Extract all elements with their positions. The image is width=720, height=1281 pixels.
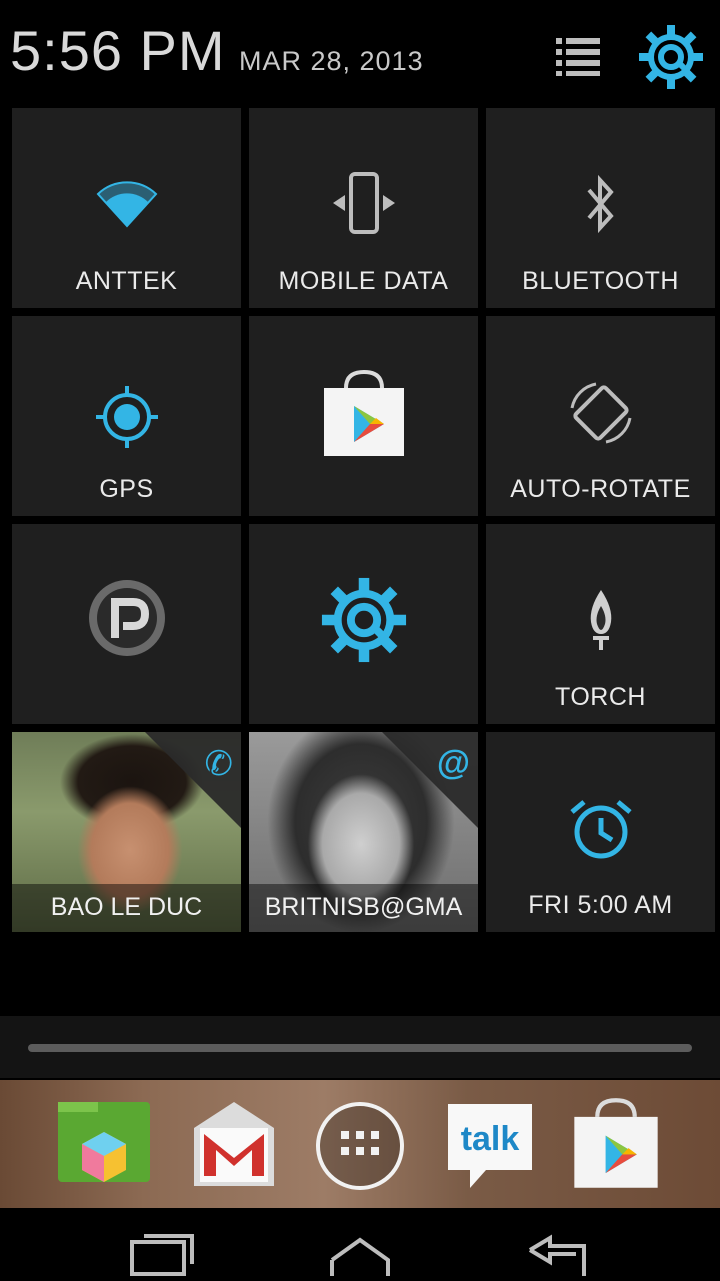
p-logo-icon bbox=[85, 576, 169, 665]
play-store-icon bbox=[318, 366, 410, 467]
play-store-app[interactable] bbox=[568, 1094, 664, 1194]
tile-bluetooth-label: BLUETOOTH bbox=[522, 267, 679, 295]
tile-alarm-label: FRI 5:00 AM bbox=[528, 891, 673, 919]
handle-line[interactable] bbox=[28, 1044, 692, 1052]
wifi-icon bbox=[94, 174, 160, 235]
tile-mobile-data[interactable]: MOBILE DATA bbox=[249, 108, 478, 308]
tile-gps-label: GPS bbox=[99, 475, 154, 503]
home-dock: talk bbox=[0, 1080, 720, 1208]
contact-email: BRITNISB@GMA bbox=[249, 884, 478, 932]
app-drawer-icon bbox=[316, 1102, 404, 1190]
tile-bluetooth[interactable]: BLUETOOTH bbox=[486, 108, 715, 308]
quick-settings-gear-icon bbox=[318, 574, 410, 671]
tile-alarm[interactable]: FRI 5:00 AM bbox=[486, 732, 715, 932]
mobile-data-icon bbox=[329, 170, 399, 241]
play-store-icon bbox=[574, 1098, 658, 1188]
gps-icon bbox=[94, 384, 160, 455]
recents-icon[interactable] bbox=[120, 1226, 200, 1276]
talk-label: talk bbox=[461, 1120, 520, 1158]
files-app[interactable] bbox=[56, 1094, 152, 1194]
status-header: 5:56 PM MAR 28, 2013 bbox=[0, 0, 720, 104]
home-icon[interactable] bbox=[320, 1226, 400, 1278]
tile-contact-britni[interactable]: @ BRITNISB@GMA bbox=[249, 732, 478, 932]
alarm-icon bbox=[566, 796, 636, 867]
tile-play-store[interactable] bbox=[249, 316, 478, 516]
files-icon bbox=[58, 1102, 150, 1182]
phone-icon[interactable]: ✆ bbox=[205, 744, 234, 784]
tile-torch[interactable]: TORCH bbox=[486, 524, 715, 724]
navigation-bar bbox=[0, 1208, 720, 1280]
torch-icon bbox=[579, 586, 623, 659]
tile-auto-rotate[interactable]: AUTO-ROTATE bbox=[486, 316, 715, 516]
talk-app[interactable]: talk bbox=[442, 1094, 538, 1194]
bluetooth-icon bbox=[581, 172, 621, 243]
tile-p-app[interactable] bbox=[12, 524, 241, 724]
tile-gps[interactable]: GPS bbox=[12, 316, 241, 516]
list-icon[interactable] bbox=[548, 30, 604, 82]
clock-date: MAR 28, 2013 bbox=[239, 46, 424, 76]
tile-mobile-data-label: MOBILE DATA bbox=[278, 267, 449, 295]
gmail-app[interactable] bbox=[186, 1094, 282, 1194]
at-icon[interactable]: @ bbox=[437, 744, 470, 783]
tile-wifi-label: ANTTEK bbox=[75, 267, 178, 295]
app-drawer[interactable] bbox=[312, 1094, 408, 1194]
tile-auto-rotate-label: AUTO-ROTATE bbox=[510, 475, 691, 503]
back-icon[interactable] bbox=[520, 1226, 600, 1276]
tile-wifi[interactable]: ANTTEK bbox=[12, 108, 241, 308]
clock-time: 5:56 PM bbox=[10, 19, 226, 82]
quick-settings-gear-icon[interactable] bbox=[636, 22, 706, 92]
talk-icon: talk bbox=[448, 1104, 532, 1188]
tile-contact-bao[interactable]: ✆ BAO LE DUC bbox=[12, 732, 241, 932]
tile-torch-label: TORCH bbox=[555, 683, 646, 711]
auto-rotate-icon bbox=[566, 378, 636, 453]
tile-quick-settings[interactable] bbox=[249, 524, 478, 724]
contact-name: BAO LE DUC bbox=[12, 884, 241, 932]
gmail-icon bbox=[194, 1102, 274, 1186]
